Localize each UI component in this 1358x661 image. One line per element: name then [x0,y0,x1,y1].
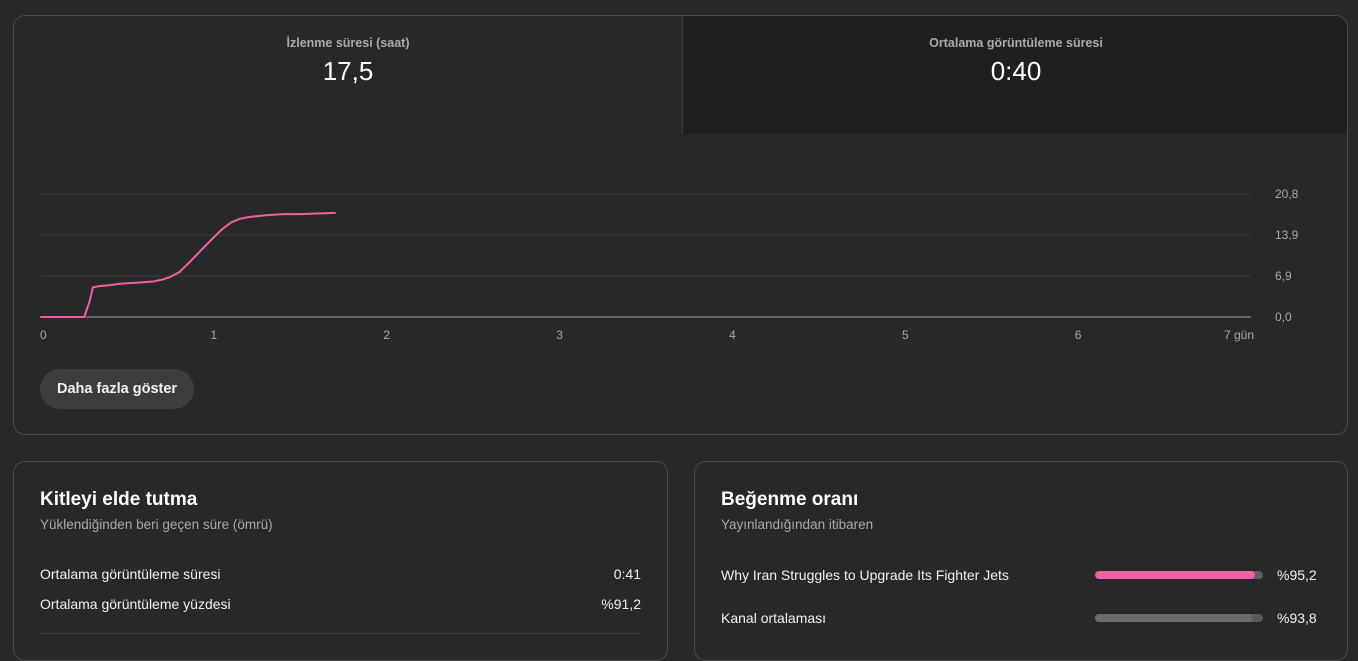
retention-row-avg-duration: Ortalama görüntüleme süresi 0:41 [40,566,641,582]
avg-view-duration-label: Ortalama görüntüleme süresi [929,36,1103,50]
like-bar-fill [1095,571,1255,579]
y-tick-label: 20,8 [1275,187,1299,201]
watch-time-label: İzlenme süresi (saat) [286,36,410,50]
divider [40,633,641,634]
like-row-channel-average: Kanal ortalaması %93,8 [721,610,1317,626]
y-tick-label: 6,9 [1275,269,1292,283]
show-more-button[interactable]: Daha fazla göster [40,369,195,409]
retention-row-value: %91,2 [601,596,641,612]
y-tick-label: 0,0 [1275,310,1292,324]
x-tick-label: 3 [556,328,563,342]
x-tick-label: 4 [729,328,736,342]
watch-time-chart: 0,0 6,9 13,9 20,8 0 1 2 3 4 5 6 7 gün [14,166,1347,376]
series-line [40,211,336,318]
retention-row-value: 0:41 [613,566,641,582]
watch-time-value: 17,5 [322,56,374,86]
like-row-video: Why Iran Struggles to Upgrade Its Fighte… [721,567,1317,583]
x-tick-label: 7 gün [1224,328,1254,342]
tab-watch-time[interactable]: İzlenme süresi (saat) 17,5 [14,16,682,134]
like-bar-track [1095,614,1263,622]
like-ratio-card: Beğenme oranı Yayınlandığından itibaren … [694,461,1348,661]
likes-subtitle: Yayınlandığından itibaren [721,517,874,532]
watch-time-card: İzlenme süresi (saat) 17,5 Ortalama görü… [13,15,1348,435]
like-row-value: %93,8 [1277,610,1317,626]
x-tick-label: 0 [40,328,47,342]
like-bar-track [1095,571,1263,579]
retention-row-label: Ortalama görüntüleme yüzdesi [40,596,231,612]
retention-subtitle: Yüklendiğinden beri geçen süre (ömrü) [40,517,273,532]
retention-row-label: Ortalama görüntüleme süresi [40,566,221,582]
audience-retention-card: Kitleyi elde tutma Yüklendiğinden beri g… [13,461,668,661]
retention-title: Kitleyi elde tutma [40,489,198,510]
like-row-value: %95,2 [1277,567,1317,583]
like-row-label: Why Iran Struggles to Upgrade Its Fighte… [721,567,1009,583]
x-tick-label: 5 [902,328,909,342]
avg-view-duration-value: 0:40 [990,56,1042,86]
x-tick-label: 2 [383,328,390,342]
like-bar-fill [1095,614,1253,622]
retention-row-avg-percent: Ortalama görüntüleme yüzdesi %91,2 [40,596,641,612]
x-tick-label: 6 [1075,328,1082,342]
like-row-label: Kanal ortalaması [721,610,827,626]
tab-avg-view-duration[interactable]: Ortalama görüntüleme süresi 0:40 [682,16,1347,134]
x-tick-label: 1 [211,328,218,342]
y-tick-label: 13,9 [1275,228,1299,242]
likes-title: Beğenme oranı [721,489,859,510]
